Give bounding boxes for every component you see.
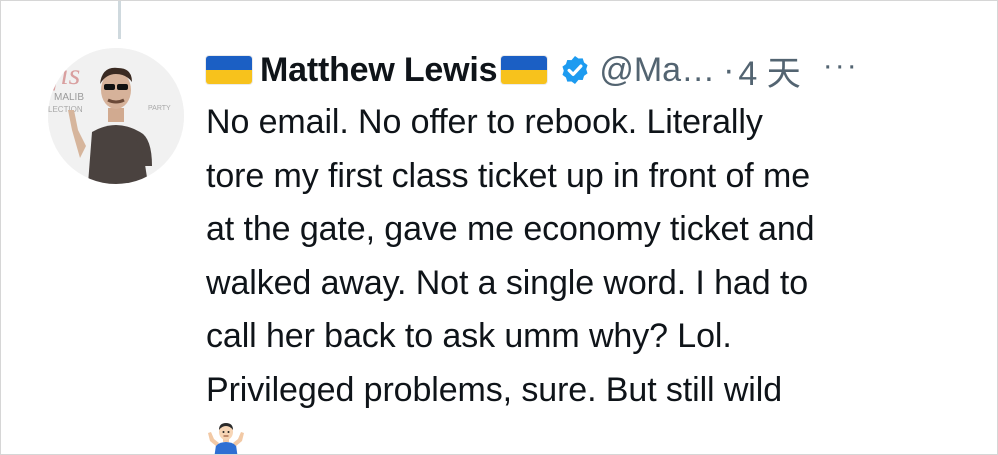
tweet-text-line: at the gate, gave me economy ticket and: [206, 210, 815, 248]
more-options-icon[interactable]: ···: [823, 51, 859, 81]
avatar[interactable]: fis MALIB LECTION PARTY: [48, 48, 184, 184]
tweet-text: No email. No offer to rebook. Literally …: [206, 96, 986, 454]
man-shrugging-emoji: [206, 419, 986, 454]
avatar-text-1: MALIB: [54, 92, 84, 103]
thread-connector-line: [118, 1, 121, 39]
tweet-text-line: Privileged problems, sure. But still wil…: [206, 370, 783, 409]
tweet-text-line: walked away. Not a single word. I had to: [206, 263, 809, 302]
author-display-name[interactable]: Matthew Lewis: [260, 51, 498, 90]
ukraine-flag-icon: [501, 56, 548, 84]
avatar-text-2: LECTION: [48, 105, 83, 114]
author-handle[interactable]: @Ma…: [599, 51, 715, 90]
tweet-text-line: tore my first class ticket up in front o…: [206, 156, 811, 195]
avatar-script-text: fis: [52, 58, 80, 91]
tweet-text-line: No email. No offer to rebook. Literally: [206, 103, 763, 141]
tweet-text-line: call her back to ask umm why? Lol.: [206, 317, 732, 355]
header-separator: ·: [723, 50, 735, 89]
tweet-card[interactable]: fis MALIB LECTION PARTY Matthew Lewis @M…: [0, 0, 998, 455]
avatar-text-3: PARTY: [148, 105, 171, 112]
tweet-header: Matthew Lewis @Ma… · 4 天 ···: [206, 45, 859, 95]
avatar-photo: fis MALIB LECTION PARTY: [48, 48, 184, 184]
verified-badge-icon: [559, 54, 591, 86]
tweet-timestamp[interactable]: 4 天: [738, 46, 800, 95]
ukraine-flag-icon: [206, 56, 252, 84]
